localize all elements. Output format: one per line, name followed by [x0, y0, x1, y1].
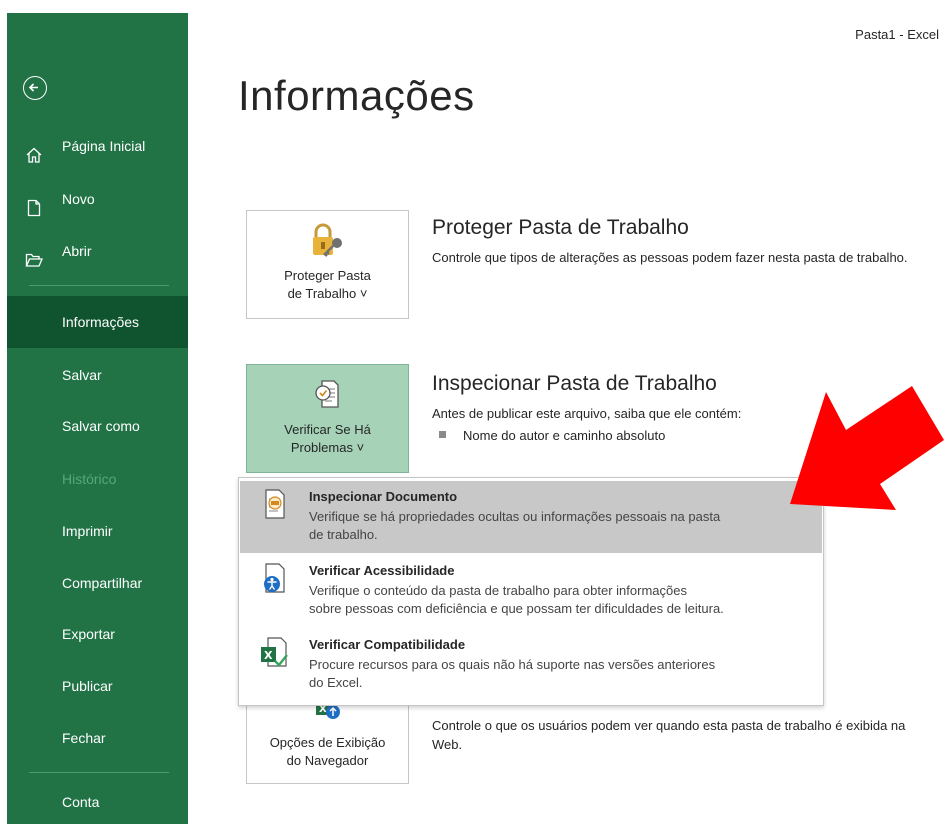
- menu-item-title: Inspecionar Documento: [309, 489, 458, 504]
- menu-item-description: sobre pessoas com deficiência e que poss…: [309, 601, 724, 616]
- sidebar-divider: [29, 772, 169, 773]
- check-issues-dropdown-menu: Inspecionar Documento Verifique se há pr…: [238, 477, 824, 706]
- menu-item-inspect-document[interactable]: Inspecionar Documento Verifique se há pr…: [240, 481, 822, 553]
- tile-label-line: Opções de Exibição: [269, 735, 386, 750]
- section-heading-protect: Proteger Pasta de Trabalho: [432, 216, 689, 239]
- section-description-browser: Controle o que os usuários podem ver qua…: [432, 718, 906, 752]
- window-title: Pasta1 - Excel: [855, 27, 939, 42]
- sidebar-item-home[interactable]: Página Inicial: [7, 124, 188, 168]
- sidebar-item-export[interactable]: Exportar: [7, 612, 188, 656]
- home-icon: [25, 137, 43, 163]
- menu-item-title: Verificar Acessibilidade: [309, 563, 455, 578]
- accessibility-icon: [258, 561, 292, 595]
- sidebar-item-publish[interactable]: Publicar: [7, 664, 188, 708]
- backstage-sidebar: Página Inicial Novo Abrir Informações Sa…: [7, 13, 188, 824]
- tile-label-line: Verificar Se Há: [284, 422, 371, 437]
- menu-item-title: Verificar Compatibilidade: [309, 637, 466, 652]
- menu-item-description: Procure recursos para os quais não há su…: [309, 657, 716, 672]
- menu-item-description: Verifique o conteúdo da pasta de trabalh…: [309, 583, 687, 598]
- sidebar-item-account[interactable]: Conta: [7, 780, 188, 824]
- menu-item-description: do Excel.: [309, 675, 363, 690]
- sidebar-item-share[interactable]: Compartilhar: [7, 561, 188, 605]
- svg-text:X: X: [264, 649, 273, 662]
- protect-workbook-button[interactable]: Proteger Pasta de Trabalho ˅: [246, 210, 409, 319]
- lock-key-icon: [308, 221, 346, 259]
- back-arrow-icon[interactable]: [23, 76, 47, 100]
- tile-label-line: Problemas ˅: [290, 440, 365, 455]
- section-heading-inspect: Inspecionar Pasta de Trabalho: [432, 372, 717, 395]
- tile-label-line: de Trabalho ˅: [287, 286, 368, 301]
- section-description-protect: Controle que tipos de alterações as pess…: [432, 250, 908, 265]
- sidebar-divider: [29, 285, 169, 286]
- sidebar-item-new[interactable]: Novo: [7, 177, 188, 221]
- folder-open-icon: [25, 242, 43, 267]
- sidebar-item-info[interactable]: Informações: [7, 296, 188, 348]
- menu-item-description: Verifique se há propriedades ocultas ou …: [309, 509, 721, 524]
- bullet-square-icon: [439, 431, 446, 439]
- tile-label-line: do Navegador: [286, 753, 369, 768]
- inspect-document-icon: [258, 487, 292, 521]
- sidebar-item-print[interactable]: Imprimir: [7, 509, 188, 553]
- new-file-icon: [25, 190, 43, 217]
- bullet-item: Nome do autor e caminho absoluto: [439, 428, 665, 443]
- sidebar-item-save-as[interactable]: Salvar como: [7, 404, 188, 448]
- compatibility-icon: X: [258, 635, 292, 669]
- sidebar-item-history: Histórico: [62, 471, 117, 487]
- annotation-arrow-icon: [790, 386, 944, 510]
- sidebar-item-save[interactable]: Salvar: [7, 353, 188, 397]
- tile-label-line: Proteger Pasta: [284, 268, 371, 283]
- menu-item-description: de trabalho.: [309, 527, 378, 542]
- sidebar-item-close[interactable]: Fechar: [7, 716, 188, 760]
- menu-item-check-compatibility[interactable]: X Verificar Compatibilidade Procure recu…: [240, 629, 822, 701]
- check-for-issues-button[interactable]: Verificar Se Há Problemas ˅: [246, 364, 409, 473]
- menu-item-check-accessibility[interactable]: Verificar Acessibilidade Verifique o con…: [240, 555, 822, 627]
- sidebar-item-open[interactable]: Abrir: [7, 229, 188, 273]
- inspect-document-icon: [308, 375, 346, 413]
- page-title: Informações: [238, 72, 475, 119]
